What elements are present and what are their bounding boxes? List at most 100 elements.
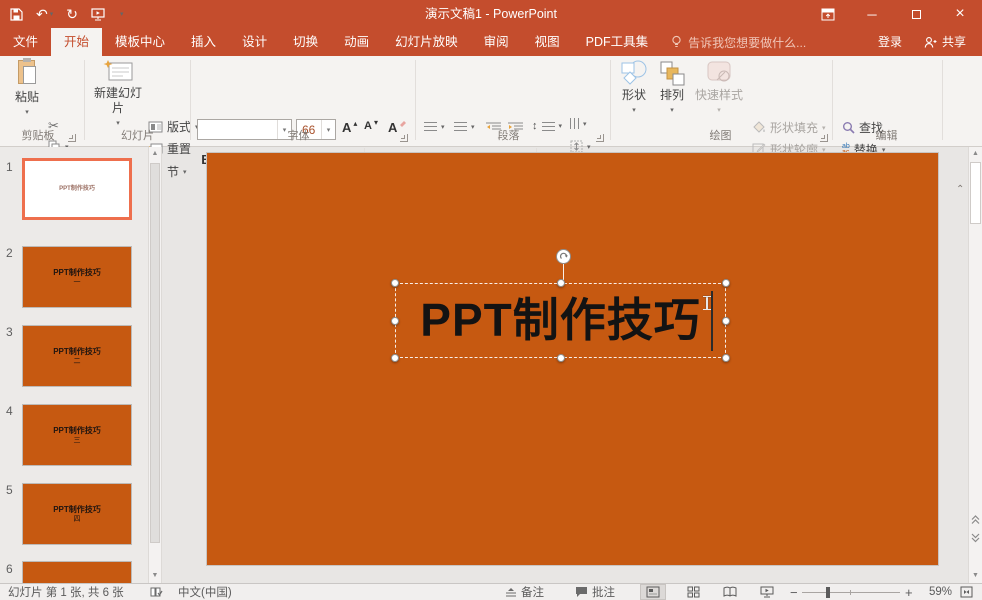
comments-button[interactable]: 批注 bbox=[575, 584, 615, 600]
tab-file[interactable]: 文件 bbox=[0, 28, 51, 56]
scroll-down-icon[interactable]: ▼ bbox=[149, 569, 161, 583]
close-button[interactable]: × bbox=[938, 0, 982, 28]
main-scrollbar[interactable]: ▲ ▼ bbox=[968, 147, 982, 583]
slide-title-text[interactable]: PPT制作技巧 bbox=[396, 288, 725, 352]
slideshow-view-button[interactable] bbox=[754, 584, 780, 600]
tab-slideshow[interactable]: 幻灯片放映 bbox=[382, 28, 471, 56]
fit-to-window-button[interactable] bbox=[960, 584, 973, 600]
resize-handle-sw[interactable] bbox=[391, 354, 399, 362]
slide-thumbnail-6[interactable] bbox=[22, 561, 132, 583]
fit-slide-icon bbox=[960, 586, 973, 598]
slides-group-label: 幻灯片 bbox=[85, 127, 190, 143]
tab-home[interactable]: 开始 bbox=[51, 28, 102, 56]
comment-icon bbox=[575, 586, 588, 598]
resize-handle-w[interactable] bbox=[391, 317, 399, 325]
language-indicator[interactable]: 中文(中国) bbox=[178, 584, 232, 600]
notes-button[interactable]: 备注 bbox=[505, 584, 544, 600]
zoom-in-button[interactable]: + bbox=[905, 584, 913, 600]
tab-view[interactable]: 视图 bbox=[522, 28, 573, 56]
font-group-label: 字体 bbox=[191, 127, 406, 143]
scroll-up-icon[interactable]: ▲ bbox=[969, 147, 982, 161]
slide-number: 4 bbox=[6, 404, 13, 418]
ribbon: 粘贴 ▾ ✂ ▾ 剪贴板 新建幻灯片 ▾ 版式▾ 重置 bbox=[0, 56, 982, 147]
title-textbox-selection[interactable]: PPT制作技巧 bbox=[395, 283, 726, 358]
slide-sorter-icon bbox=[687, 586, 700, 598]
tab-template-center[interactable]: 模板中心 bbox=[102, 28, 178, 56]
slide-number: 3 bbox=[6, 325, 13, 339]
slide-thumbnail-2[interactable]: PPT制作技巧一 bbox=[22, 246, 132, 308]
tell-me-box[interactable]: 告诉我您想要做什么... bbox=[661, 28, 816, 56]
slide-thumbnail-1[interactable]: PPT制作技巧 bbox=[22, 158, 132, 220]
maximize-button[interactable] bbox=[894, 0, 938, 28]
resize-handle-nw[interactable] bbox=[391, 279, 399, 287]
ribbon-tab-bar: 文件 开始 模板中心 插入 设计 切换 动画 幻灯片放映 审阅 视图 PDF工具… bbox=[0, 28, 982, 56]
slide-sorter-view-button[interactable] bbox=[680, 584, 706, 600]
thumbnail-scrollbar-thumb[interactable] bbox=[150, 163, 160, 543]
share-button[interactable]: 共享 bbox=[916, 28, 974, 56]
collapse-ribbon-button[interactable]: ⌃ bbox=[956, 184, 964, 195]
titlebar: ↶▾ ↻ ▾ 演示文稿1 - PowerPoint ─ × bbox=[0, 0, 982, 28]
lightbulb-icon bbox=[671, 35, 682, 49]
drawing-group-label: 绘图 bbox=[611, 127, 830, 143]
slide-number: 5 bbox=[6, 483, 13, 497]
zoom-slider[interactable] bbox=[802, 584, 900, 600]
tab-animations[interactable]: 动画 bbox=[331, 28, 382, 56]
clipboard-group-label: 剪贴板 bbox=[0, 127, 76, 143]
slide-thumbnail-3[interactable]: PPT制作技巧二 bbox=[22, 325, 132, 387]
tab-design[interactable]: 设计 bbox=[229, 28, 280, 56]
minimize-button[interactable]: ─ bbox=[850, 0, 894, 28]
tab-insert[interactable]: 插入 bbox=[178, 28, 229, 56]
quick-styles-icon bbox=[705, 60, 733, 86]
slide-canvas[interactable]: PPT制作技巧 bbox=[207, 153, 938, 565]
slide-counter: 幻灯片 第 1 张, 共 6 张 bbox=[8, 584, 124, 600]
resize-handle-e[interactable] bbox=[722, 317, 730, 325]
rotation-handle[interactable] bbox=[556, 249, 571, 264]
normal-view-button[interactable] bbox=[640, 584, 666, 600]
tab-review[interactable]: 审阅 bbox=[471, 28, 522, 56]
notes-icon bbox=[505, 587, 517, 598]
new-slide-button[interactable]: 新建幻灯片 ▾ bbox=[92, 60, 144, 131]
resize-handle-n[interactable] bbox=[557, 279, 565, 287]
resize-handle-se[interactable] bbox=[722, 354, 730, 362]
shapes-button[interactable]: 形状 ▾ bbox=[616, 60, 652, 118]
ribbon-display-options-button[interactable] bbox=[806, 0, 850, 28]
zoom-out-button[interactable]: − bbox=[790, 584, 798, 600]
spellcheck-icon[interactable] bbox=[150, 584, 163, 600]
thumbnail-scrollbar[interactable]: ▲ ▼ bbox=[148, 147, 162, 583]
slide-number: 2 bbox=[6, 246, 13, 260]
login-button[interactable]: 登录 bbox=[868, 28, 912, 56]
arrange-icon bbox=[659, 60, 685, 86]
resize-handle-s[interactable] bbox=[557, 354, 565, 362]
previous-slide-button[interactable] bbox=[969, 515, 982, 525]
zoom-slider-thumb[interactable] bbox=[826, 587, 830, 598]
tab-transitions[interactable]: 切换 bbox=[280, 28, 331, 56]
font-dialog-launcher[interactable] bbox=[400, 134, 408, 142]
slide-number: 1 bbox=[6, 160, 13, 174]
tab-pdf-tools[interactable]: PDF工具集 bbox=[573, 28, 662, 56]
paste-button[interactable]: 粘贴 ▾ bbox=[8, 60, 46, 120]
normal-view-icon bbox=[646, 586, 660, 598]
resize-handle-ne[interactable] bbox=[722, 279, 730, 287]
main-scrollbar-thumb[interactable] bbox=[970, 162, 981, 224]
zoom-level[interactable]: 59% bbox=[920, 584, 952, 600]
quick-styles-button[interactable]: 快速样式 ▾ bbox=[694, 60, 744, 118]
shapes-icon bbox=[620, 60, 648, 86]
powerpoint-window: ↶▾ ↻ ▾ 演示文稿1 - PowerPoint ─ × 文件 开始 模板中心… bbox=[0, 0, 982, 600]
slide-thumbnail-5[interactable]: PPT制作技巧四 bbox=[22, 483, 132, 545]
next-slide-button[interactable] bbox=[969, 533, 982, 543]
slide-thumbnail-4[interactable]: PPT制作技巧三 bbox=[22, 404, 132, 466]
person-icon bbox=[924, 36, 937, 49]
drawing-dialog-launcher[interactable] bbox=[820, 134, 828, 142]
paste-icon bbox=[16, 60, 38, 86]
new-slide-icon bbox=[103, 60, 133, 84]
scroll-down-icon[interactable]: ▼ bbox=[969, 569, 982, 583]
arrange-button[interactable]: 排列 ▾ bbox=[654, 60, 690, 118]
clipboard-dialog-launcher[interactable] bbox=[68, 134, 76, 142]
text-caret bbox=[711, 291, 713, 351]
ibeam-cursor bbox=[703, 295, 711, 311]
paragraph-dialog-launcher[interactable] bbox=[596, 134, 604, 142]
slide-number: 6 bbox=[6, 562, 13, 576]
paragraph-group-label: 段落 bbox=[416, 127, 601, 143]
reading-view-button[interactable] bbox=[717, 584, 743, 600]
scroll-up-icon[interactable]: ▲ bbox=[149, 147, 161, 161]
